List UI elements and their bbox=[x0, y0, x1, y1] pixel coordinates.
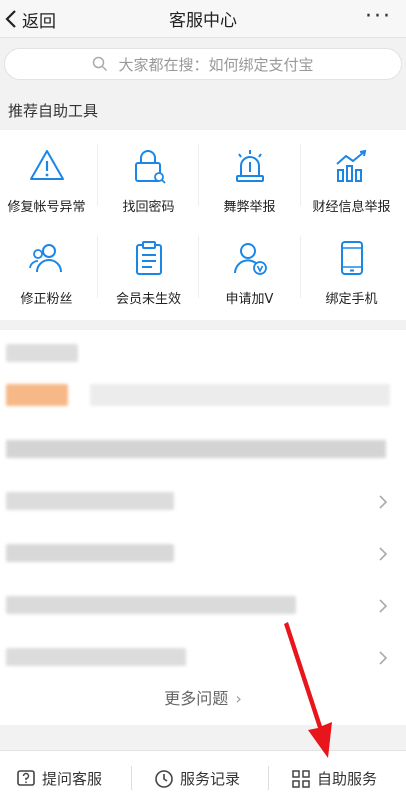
footer-bar: 提问客服 服务记录 自助服务 bbox=[0, 750, 406, 805]
blurred-text bbox=[6, 344, 78, 362]
list-item[interactable] bbox=[0, 528, 406, 579]
divider bbox=[268, 766, 269, 790]
chevron-right-icon bbox=[379, 495, 388, 509]
blurred-text bbox=[6, 596, 296, 614]
list-item[interactable] bbox=[0, 372, 406, 423]
nav-bar: 返回 客服中心 ··· bbox=[0, 0, 406, 38]
blurred-text bbox=[6, 440, 386, 458]
blurred-text bbox=[6, 492, 174, 510]
tool-apply-verified[interactable]: 申请加V bbox=[199, 222, 300, 314]
search-area: 大家都在搜：如何绑定支付宝 bbox=[0, 38, 406, 90]
tool-fix-followers[interactable]: 修正粉丝 bbox=[0, 222, 97, 314]
tool-label: 修正粉丝 bbox=[20, 292, 73, 307]
list-item[interactable] bbox=[0, 580, 406, 631]
tool-repair-account[interactable]: 修复帐号异常 bbox=[0, 130, 97, 222]
tool-label: 申请加V bbox=[225, 292, 274, 307]
chevron-right-icon bbox=[379, 651, 388, 665]
chevron-right-icon bbox=[379, 547, 388, 561]
self-service-button[interactable]: 自助服务 bbox=[291, 751, 377, 805]
tool-finance-report[interactable]: 财经信息举报 bbox=[301, 130, 402, 222]
chart-trend-icon bbox=[335, 149, 366, 182]
more-menu-button[interactable]: ··· bbox=[365, 4, 392, 29]
tool-fraud-report[interactable]: 舞弊举报 bbox=[199, 130, 300, 222]
list-item[interactable] bbox=[0, 476, 406, 527]
clock-icon bbox=[155, 769, 173, 788]
tool-recover-password[interactable]: 找回密码 bbox=[98, 130, 199, 222]
tool-label: 绑定手机 bbox=[325, 292, 378, 307]
clipboard-icon bbox=[135, 241, 162, 275]
blurred-text bbox=[6, 544, 174, 562]
search-input[interactable]: 大家都在搜：如何绑定支付宝 bbox=[4, 48, 402, 80]
siren-icon bbox=[235, 150, 264, 182]
service-records-button[interactable]: 服务记录 bbox=[154, 751, 240, 805]
tools-section-title: 推荐自助工具 bbox=[0, 90, 406, 130]
faq-list: 更多问题 › bbox=[0, 330, 406, 725]
blurred-text bbox=[90, 384, 390, 406]
tool-label: 会员未生效 bbox=[115, 292, 181, 307]
tool-label: 修复帐号异常 bbox=[7, 200, 86, 215]
user-v-icon bbox=[233, 243, 267, 275]
ask-service-button[interactable]: 提问客服 bbox=[16, 751, 102, 805]
tool-bind-phone[interactable]: 绑定手机 bbox=[301, 222, 402, 314]
tool-label: 找回密码 bbox=[122, 200, 175, 215]
more-questions-link[interactable]: 更多问题 › bbox=[0, 685, 406, 709]
list-item[interactable] bbox=[0, 632, 406, 683]
question-icon bbox=[17, 769, 35, 786]
lock-icon bbox=[134, 150, 166, 184]
warning-icon bbox=[29, 150, 64, 180]
phone-icon bbox=[340, 241, 363, 275]
users-icon bbox=[28, 244, 62, 273]
tool-membership-invalid[interactable]: 会员未生效 bbox=[98, 222, 199, 314]
tools-grid: 修复帐号异常 找回密码 舞弊举报 财经信息举报 修正粉丝 会员未生效 申请加V … bbox=[0, 130, 406, 320]
tool-label: 舞弊举报 bbox=[223, 200, 276, 215]
grid-icon bbox=[292, 769, 310, 788]
page-title: 客服中心 bbox=[169, 11, 237, 31]
self-service-label: 自助服务 bbox=[317, 770, 378, 788]
chevron-right-icon: › bbox=[235, 689, 242, 708]
divider bbox=[131, 766, 132, 790]
service-records-label: 服务记录 bbox=[180, 770, 241, 788]
search-placeholder: 大家都在搜：如何绑定支付宝 bbox=[118, 55, 314, 74]
chevron-right-icon bbox=[379, 599, 388, 613]
blurred-text bbox=[6, 384, 68, 406]
tool-label: 财经信息举报 bbox=[312, 200, 391, 215]
list-item[interactable] bbox=[0, 424, 406, 475]
blurred-text bbox=[6, 648, 186, 666]
ask-service-label: 提问客服 bbox=[42, 770, 103, 788]
search-icon bbox=[93, 56, 108, 72]
more-questions-label: 更多问题 bbox=[164, 689, 229, 708]
